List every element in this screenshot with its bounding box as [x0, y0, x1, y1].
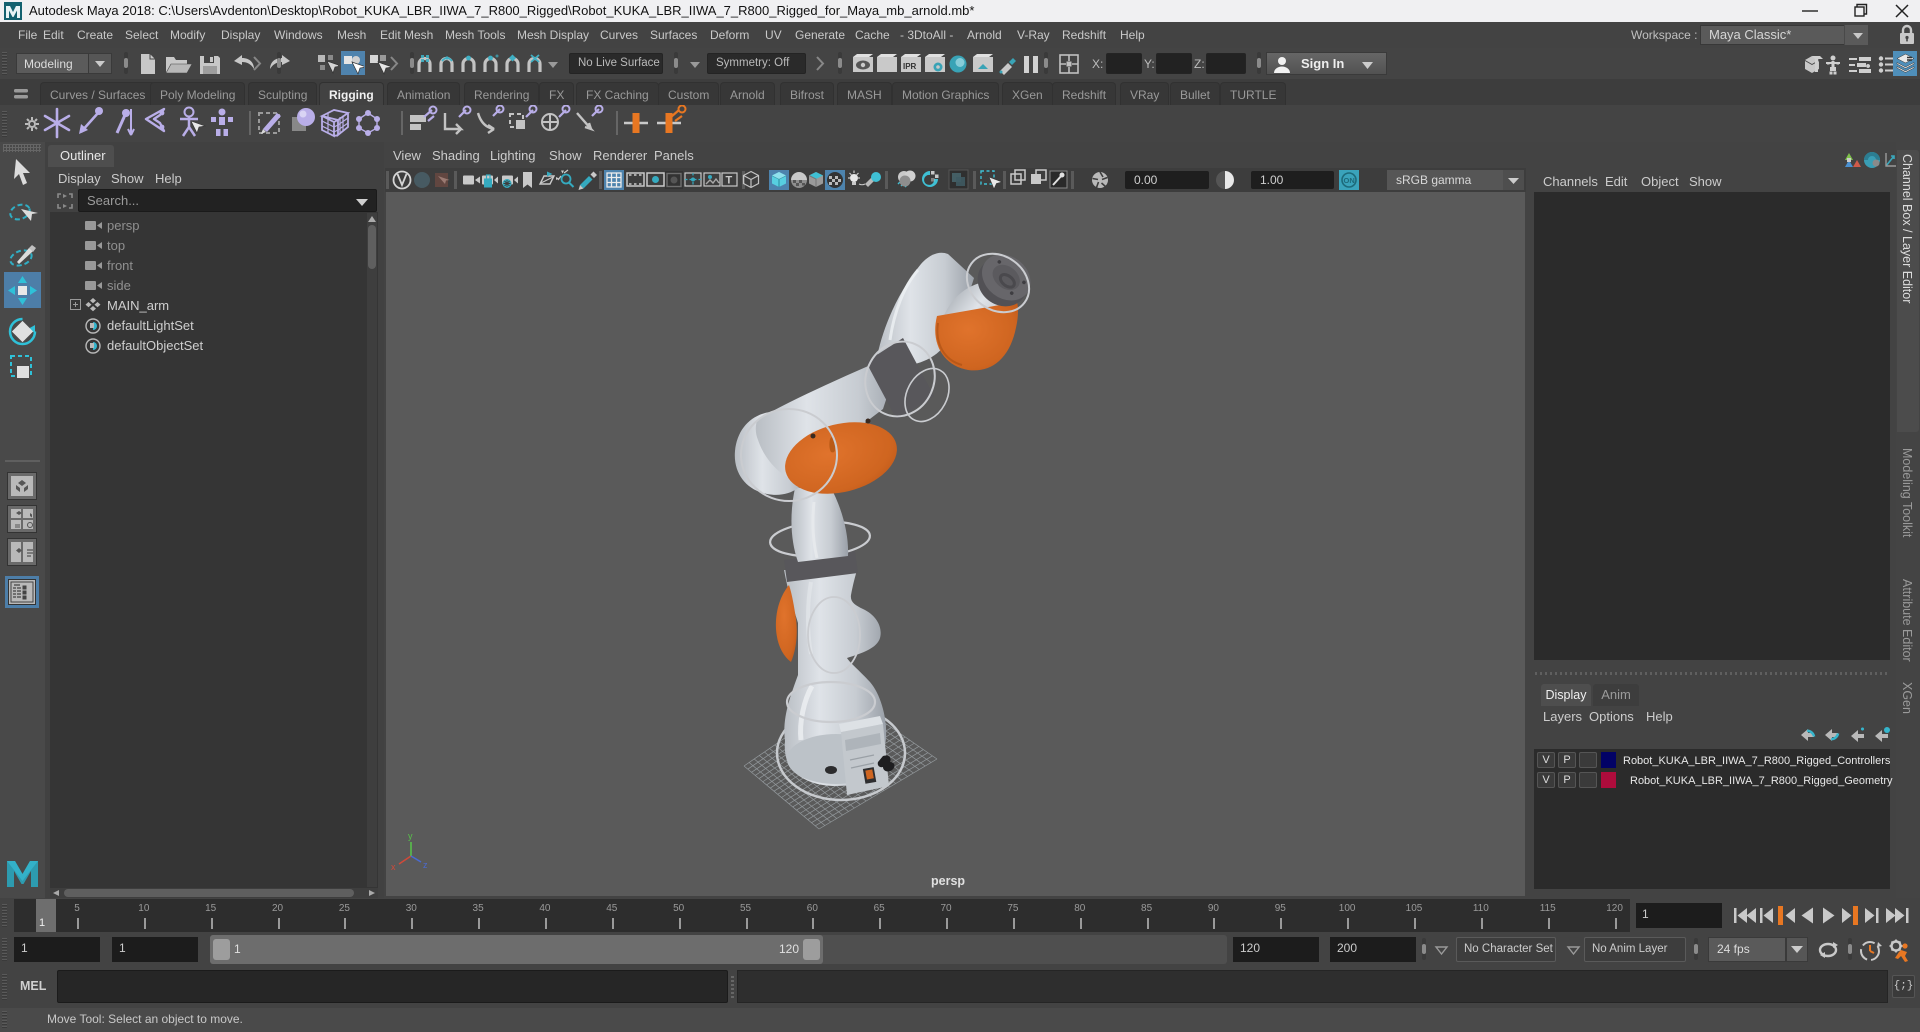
svg-text:y: y	[408, 831, 413, 841]
svg-text:IPR: IPR	[903, 62, 917, 71]
svg-text:ON: ON	[1344, 176, 1355, 185]
svg-text:x: x	[391, 862, 396, 872]
svg-text:z: z	[423, 860, 428, 870]
svg-text:persp: persp	[931, 874, 965, 888]
svg-text:T: T	[726, 175, 733, 187]
